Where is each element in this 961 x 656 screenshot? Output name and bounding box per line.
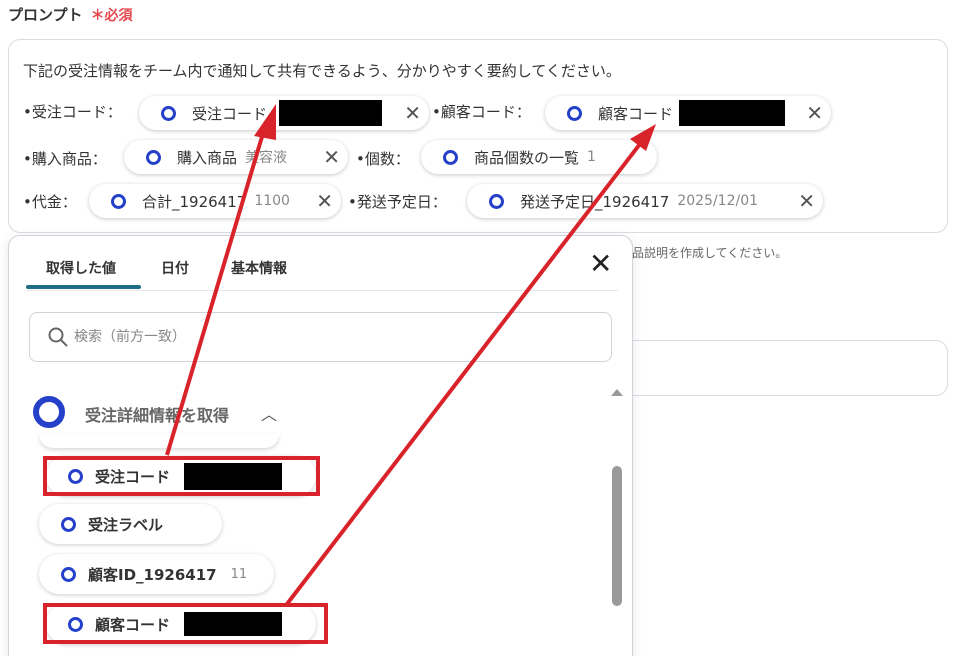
arrow-order-code [165, 129, 266, 456]
arrow-customer-code [285, 138, 645, 606]
annotation-arrows [165, 104, 656, 606]
arrow-head-order-code [254, 104, 276, 140]
arrow-head-customer-code [630, 124, 656, 151]
